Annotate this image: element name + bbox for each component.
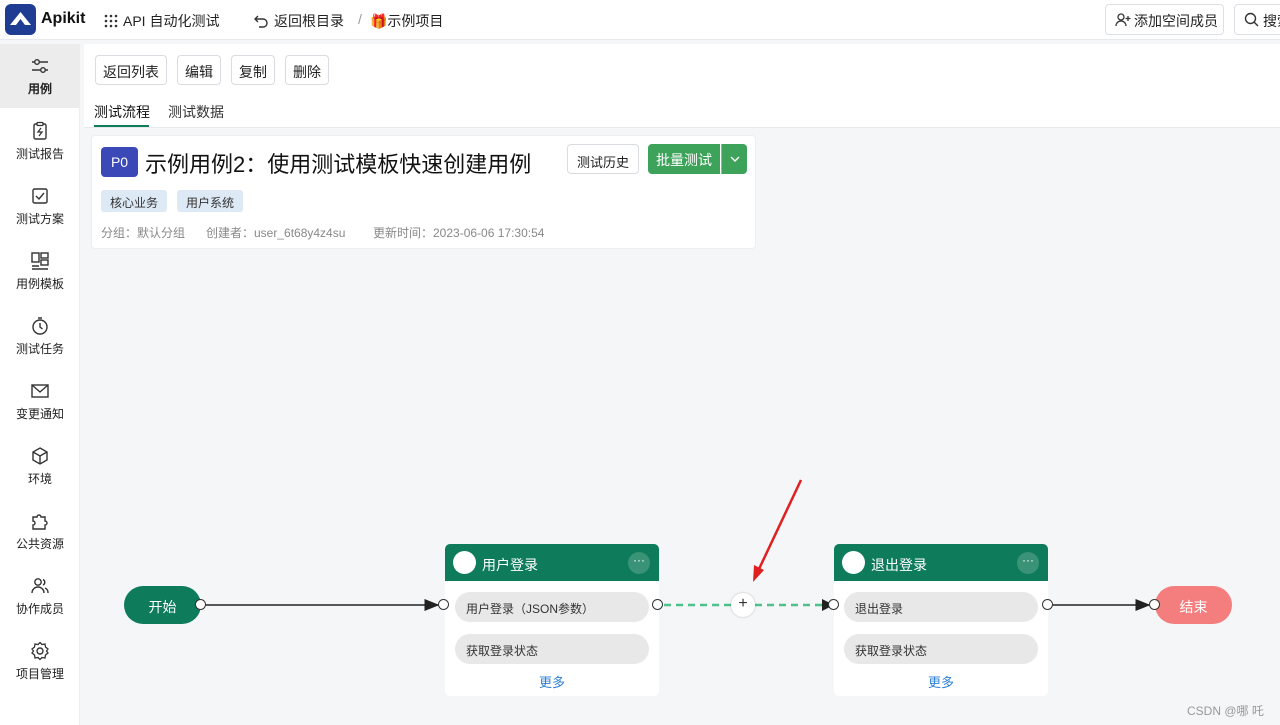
step-avatar — [453, 551, 476, 574]
login-output-port[interactable] — [652, 599, 663, 610]
more-link[interactable]: 更多 — [445, 672, 659, 691]
annotation-arrow-head — [753, 565, 764, 582]
more-options-icon[interactable]: ··· — [1017, 552, 1039, 574]
step-title: 退出登录 — [871, 557, 927, 573]
step-header: 退出登录 ··· — [834, 544, 1048, 581]
more-options-icon[interactable]: ··· — [628, 552, 650, 574]
annotation-arrow-line — [757, 479, 803, 570]
logout-input-port[interactable] — [828, 599, 839, 610]
api-item[interactable]: 获取登录状态 — [844, 634, 1038, 664]
step-header: 用户登录 ··· — [445, 544, 659, 581]
step-title: 用户登录 — [482, 557, 538, 573]
add-step-button[interactable]: + — [731, 593, 755, 617]
step-card-login[interactable]: 用户登录 ··· 用户登录（JSON参数） 获取登录状态 更多 — [445, 544, 659, 696]
login-input-port[interactable] — [438, 599, 449, 610]
more-link[interactable]: 更多 — [834, 672, 1048, 691]
api-item[interactable]: 退出登录 — [844, 592, 1038, 622]
start-output-port[interactable] — [195, 599, 206, 610]
api-item[interactable]: 获取登录状态 — [455, 634, 649, 664]
end-input-port[interactable] — [1149, 599, 1160, 610]
step-card-logout[interactable]: 退出登录 ··· 退出登录 获取登录状态 更多 — [834, 544, 1048, 696]
logout-output-port[interactable] — [1042, 599, 1053, 610]
api-item[interactable]: 用户登录（JSON参数） — [455, 592, 649, 622]
end-node[interactable]: 结束 — [1155, 586, 1232, 624]
start-node[interactable]: 开始 — [124, 586, 201, 624]
watermark: CSDN @哪 吒 — [1187, 704, 1264, 718]
step-avatar — [842, 551, 865, 574]
